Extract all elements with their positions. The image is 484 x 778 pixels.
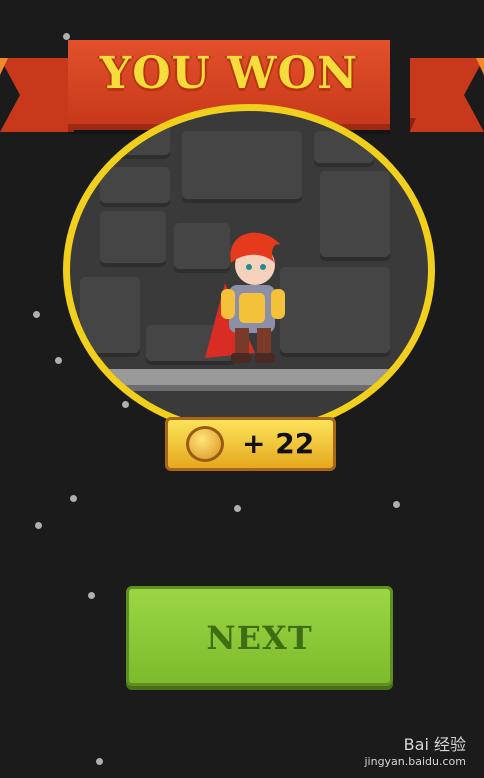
star-dot bbox=[63, 33, 70, 40]
reward-amount: + 22 bbox=[242, 427, 315, 460]
stone-brick bbox=[320, 171, 390, 261]
stone-brick bbox=[80, 277, 140, 357]
star-dot bbox=[393, 501, 400, 508]
star-dot bbox=[35, 522, 42, 529]
stone-brick bbox=[100, 167, 170, 207]
star-dot bbox=[96, 758, 103, 765]
watermark-url: jingyan.baidu.com bbox=[364, 755, 466, 768]
hero-portrait-frame bbox=[63, 104, 435, 436]
watermark: Bai 经验 jingyan.baidu.com bbox=[364, 731, 466, 768]
star-dot bbox=[33, 311, 40, 318]
reward-plate: + 22 bbox=[165, 417, 336, 471]
stone-brick bbox=[182, 131, 302, 203]
next-button-label: NEXT bbox=[206, 619, 313, 657]
coin-icon bbox=[186, 426, 224, 462]
star-dot bbox=[88, 592, 95, 599]
banner-title: YOU WON bbox=[99, 48, 359, 99]
star-dot bbox=[55, 357, 62, 364]
star-dot bbox=[70, 495, 77, 502]
star-dot bbox=[122, 401, 129, 408]
watermark-brand: Bai 经验 bbox=[403, 735, 466, 754]
stone-brick bbox=[314, 131, 374, 167]
hero-character bbox=[205, 232, 285, 363]
star-dot bbox=[234, 505, 241, 512]
stone-brick bbox=[110, 119, 170, 159]
next-button[interactable]: NEXT bbox=[126, 586, 393, 686]
stone-brick bbox=[100, 211, 166, 267]
